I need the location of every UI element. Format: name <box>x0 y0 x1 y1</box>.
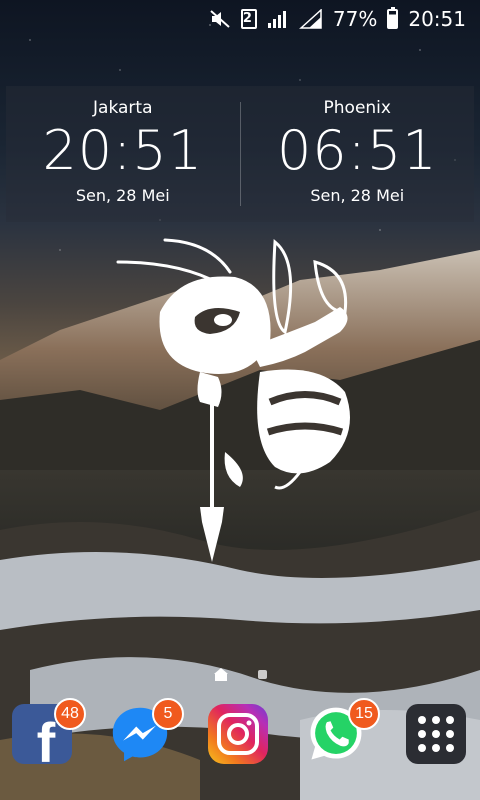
status-time: 20:51 <box>408 7 466 31</box>
instagram-app-button[interactable] <box>208 704 268 764</box>
city-name: Phoenix <box>323 98 391 118</box>
whatsapp-app-button[interactable]: 15 <box>306 698 380 764</box>
app-dock: f 48 5 15 <box>0 696 480 780</box>
facebook-app-button[interactable]: f 48 <box>12 698 86 774</box>
instagram-icon <box>217 713 259 755</box>
sim-icon: 2 <box>240 9 257 29</box>
signal-icon <box>298 9 323 29</box>
city-name: Jakarta <box>93 98 153 118</box>
battery-percent: 77% <box>332 7 378 31</box>
notification-badge: 15 <box>348 698 380 730</box>
hornet-mascot-image <box>116 238 350 562</box>
city-date: Sen, 28 Mei <box>310 186 405 205</box>
city-time: 06:51 <box>276 119 438 182</box>
facebook-icon: f <box>36 710 56 774</box>
clock-phoenix[interactable]: Phoenix 06:51 Sen, 28 Mei <box>241 86 475 222</box>
battery-icon <box>387 7 399 29</box>
home-page-indicator-icon[interactable] <box>213 668 228 681</box>
messenger-app-button[interactable]: 5 <box>110 698 184 764</box>
app-drawer-button[interactable] <box>406 704 466 764</box>
notification-badge: 48 <box>54 698 86 730</box>
notification-badge: 5 <box>152 698 184 730</box>
app-drawer-icon <box>418 716 454 752</box>
city-date: Sen, 28 Mei <box>75 186 170 205</box>
mute-icon <box>209 9 231 29</box>
city-time: 20:51 <box>42 119 204 182</box>
signal-icon <box>267 9 289 29</box>
world-clock-widget[interactable]: Jakarta 20:51 Sen, 28 Mei Phoenix 06:51 … <box>6 86 474 222</box>
clock-jakarta[interactable]: Jakarta 20:51 Sen, 28 Mei <box>6 86 240 222</box>
status-bar: 2 77% 20:51 <box>0 0 480 38</box>
page-indicator[interactable] <box>0 668 480 681</box>
page-dot[interactable] <box>257 670 267 679</box>
